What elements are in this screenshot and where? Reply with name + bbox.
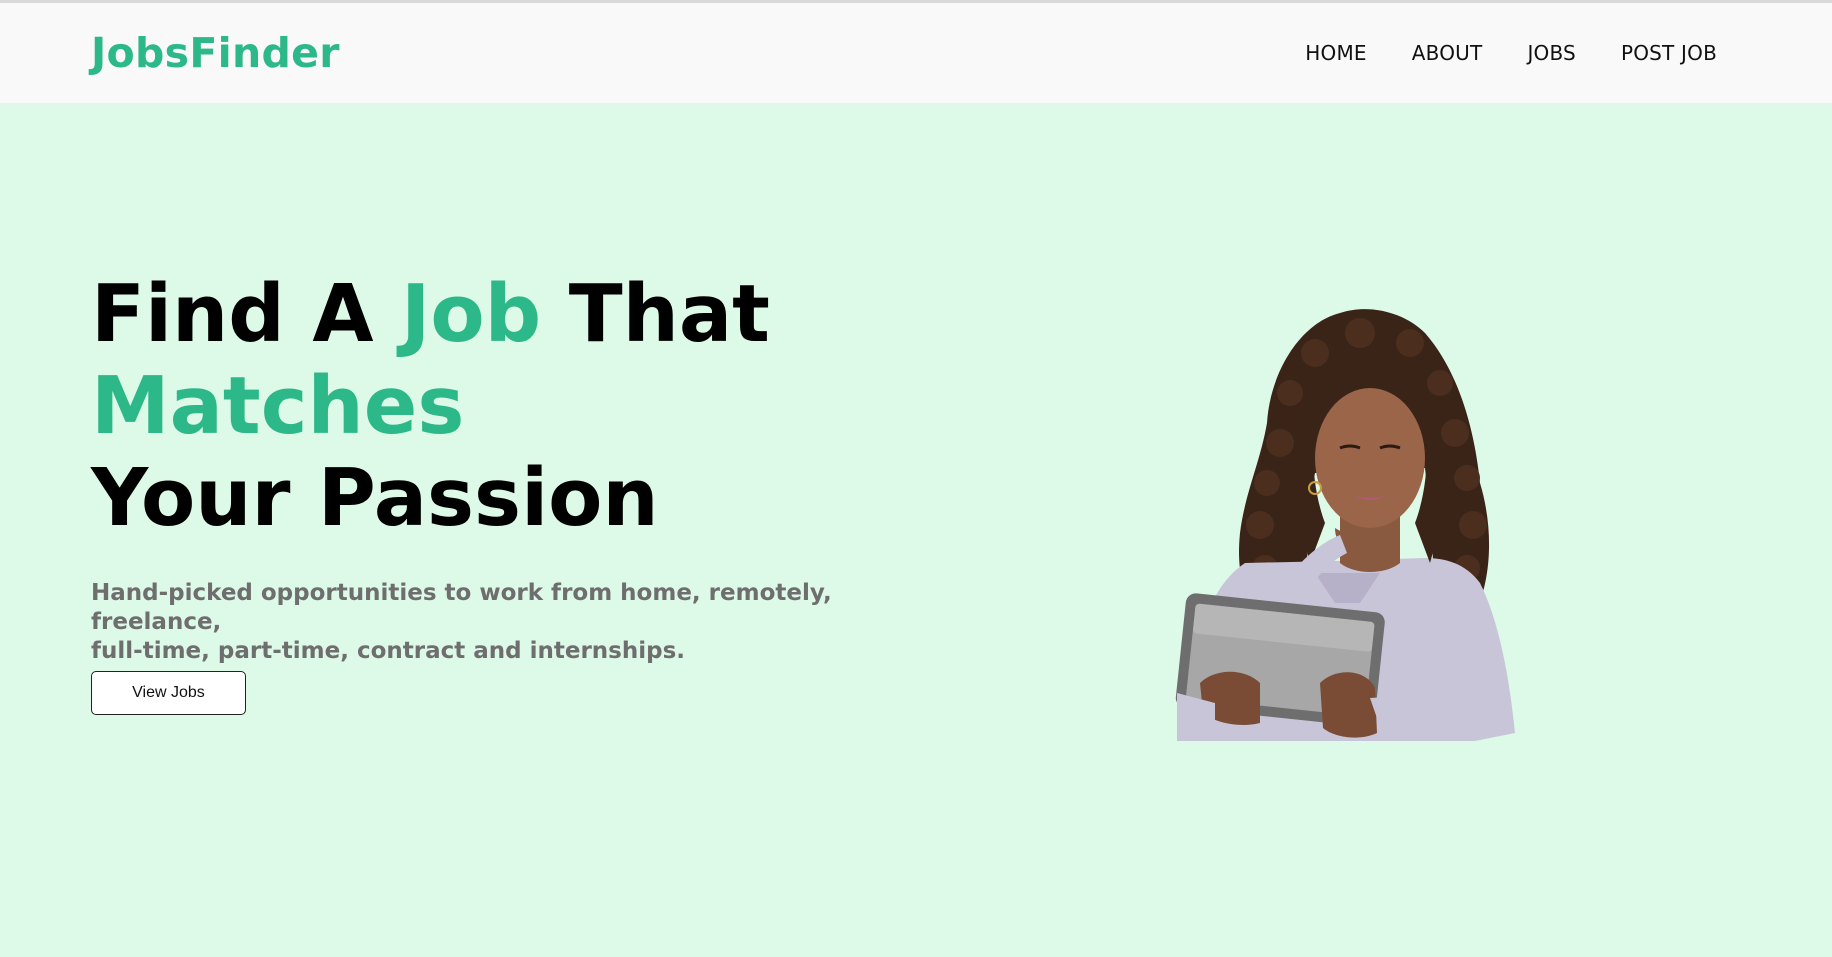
hero-headline: Find A Job That Matches Your Passion xyxy=(91,268,891,544)
subtext-line-2: full-time, part-time, contract and inter… xyxy=(91,638,686,664)
hero-photo xyxy=(915,263,1740,823)
headline-line-1: Find A Job That xyxy=(91,268,891,360)
nav-link-home[interactable]: HOME xyxy=(1305,41,1366,65)
navbar: JobsFinder HOME ABOUT JOBS POST JOB xyxy=(0,3,1832,103)
headline-line-3: Your Passion xyxy=(91,452,659,544)
hero-subtext: Hand-picked opportunities to work from h… xyxy=(91,579,921,666)
hero-section: Find A Job That Matches Your Passion Han… xyxy=(0,103,1832,957)
nav-link-jobs[interactable]: JOBS xyxy=(1527,41,1576,65)
subtext-line-1: Hand-picked opportunities to work from h… xyxy=(91,580,832,635)
headline-text: That xyxy=(541,268,770,360)
site-logo[interactable]: JobsFinder xyxy=(91,29,340,77)
view-jobs-button[interactable]: View Jobs xyxy=(91,671,246,715)
nav-link-post-job[interactable]: POST JOB xyxy=(1621,41,1717,65)
nav-menu: HOME ABOUT JOBS POST JOB xyxy=(1305,41,1717,65)
woman-with-tablet-illustration xyxy=(1175,309,1515,741)
headline-accent-job: Job xyxy=(400,268,542,360)
headline-text: Find A xyxy=(91,268,401,360)
headline-accent-matches: Matches xyxy=(91,360,465,452)
nav-link-about[interactable]: ABOUT xyxy=(1412,41,1483,65)
